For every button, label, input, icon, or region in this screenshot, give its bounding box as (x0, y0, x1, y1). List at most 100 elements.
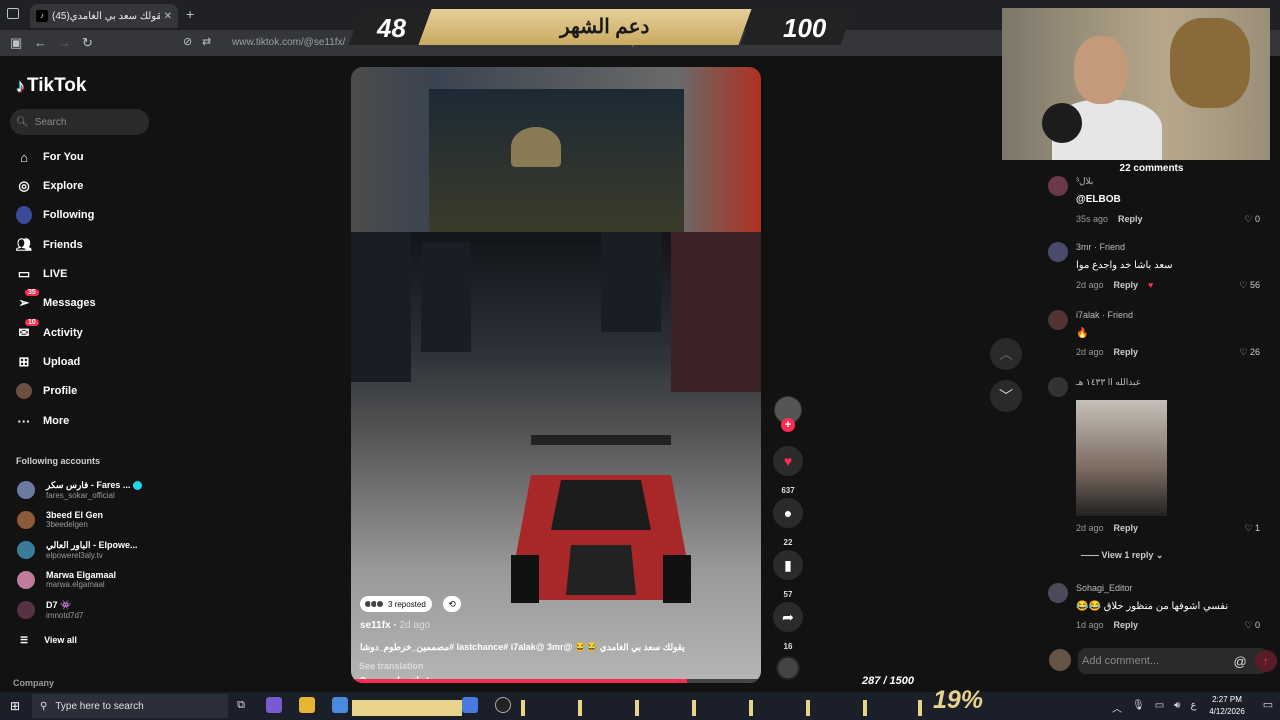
avatar[interactable] (1048, 310, 1068, 330)
like-button[interactable]: ♥ 637 (772, 446, 804, 495)
tab-title: (45)يقولك سعد بي الغامدي 😂 (52, 10, 160, 22)
network-icon[interactable]: ▭ (1155, 700, 1164, 715)
new-tab-icon[interactable]: + (186, 6, 194, 22)
avatar (17, 510, 35, 529)
nav-activity[interactable]: ✉ 10 Activity (16, 319, 83, 343)
reply-button[interactable]: Reply (1114, 280, 1139, 290)
stream-banner: 48 دعم الشهر 100 (348, 9, 865, 45)
video-progress-bar[interactable] (351, 679, 761, 683)
nav-live[interactable]: ▭ LIVE (16, 264, 68, 284)
previous-video-button[interactable]: ︿ (990, 338, 1022, 370)
nav-profile[interactable]: Profile (16, 381, 77, 401)
microphone-icon[interactable]: 🎙︎ (1132, 700, 1145, 715)
following-accounts-title: Following accounts (16, 456, 101, 466)
my-avatar (1049, 649, 1071, 671)
follow-plus-button[interactable]: + (781, 418, 795, 432)
following-account[interactable]: D7 👾 imnotd7d7 (17, 600, 83, 620)
share-button[interactable]: ➦ 16 (772, 602, 804, 651)
next-video-button[interactable]: ﹀ (990, 380, 1022, 412)
avatar[interactable] (1048, 242, 1068, 262)
tracking-icon[interactable]: ⇄ (202, 35, 211, 48)
upload-icon: ⊞ (18, 354, 30, 369)
workspaces-icon[interactable]: ▣ (10, 35, 22, 51)
refresh-icon[interactable]: ↻ (82, 35, 93, 51)
windows-taskbar: ⊞ ⚲ Type here to search ⧉ ︿ 🎙︎ ▭ 🔊︎ ع 2:… (0, 692, 1280, 720)
save-button[interactable]: ▮ 57 (772, 550, 804, 599)
notifications-icon[interactable]: ▭ (1260, 697, 1276, 713)
music-disc-icon[interactable] (776, 656, 800, 680)
video-player[interactable]: 3 reposted ⟲ se11fx · 2d ago مصممين_خرطو… (351, 67, 761, 683)
comment-like[interactable]: ♡ 0 (1244, 214, 1260, 225)
following-account[interactable]: فارس سكر - Fares ... fares_sokar_official (17, 480, 143, 500)
file-explorer-icon[interactable] (299, 697, 315, 713)
avatar[interactable] (1048, 377, 1068, 397)
input-language[interactable]: ع (1190, 700, 1196, 715)
tab-actions-icon[interactable] (7, 8, 19, 19)
search-input[interactable]: 🔍︎ Search (10, 109, 149, 135)
overlay-counter: 287 / 1500 (862, 675, 914, 687)
video-author[interactable]: se11fx · 2d ago (360, 620, 430, 631)
following-account[interactable]: 3beed El Gen 3beedelgen (17, 510, 103, 529)
verified-icon (133, 481, 143, 491)
company-link[interactable]: Company (13, 678, 54, 688)
reposted-pill[interactable]: 3 reposted (360, 596, 432, 612)
tiktok-logo[interactable]: ♪ TikTok (16, 75, 86, 97)
post-comment-button[interactable]: ↑ (1255, 650, 1277, 672)
avatar (17, 601, 35, 619)
reply-button[interactable]: Reply (1114, 347, 1139, 357)
tiktok-note-icon: ♪ (16, 75, 25, 96)
comment-like[interactable]: ♡ 26 (1239, 347, 1260, 358)
nav-more[interactable]: ··· More (16, 411, 70, 431)
obs-icon[interactable] (495, 697, 511, 713)
comment-image[interactable] (1076, 400, 1167, 516)
messages-badge: 35 (25, 289, 39, 296)
chrome-icon[interactable] (462, 697, 478, 713)
mention-icon[interactable]: @ (1234, 654, 1247, 669)
close-tab-icon[interactable]: ✕ (164, 11, 172, 22)
copilot-icon[interactable] (266, 697, 282, 713)
more-icon: ··· (17, 413, 31, 429)
sidebar: ♪ TikTok 🔍︎ Search ⌂ For You ◎ Explore F… (0, 56, 170, 692)
repost-icon[interactable]: ⟲ (443, 596, 461, 612)
see-translation-link[interactable]: See translation (359, 661, 424, 671)
share-icon: ➦ (773, 602, 803, 632)
volume-icon[interactable]: 🔊︎ (1174, 700, 1180, 715)
like-count: 637 (781, 486, 795, 495)
avatar (17, 541, 35, 559)
taskbar-clock[interactable]: 2:27 PM 4/12/2026 (1202, 694, 1252, 718)
windows-start-icon[interactable]: ⊞ (10, 699, 20, 713)
back-icon[interactable]: ← (34, 35, 47, 50)
banner-title: دعم الشهر (560, 16, 650, 38)
nav-friends[interactable]: 👥︎ Friends (16, 235, 83, 255)
following-account[interactable]: الباور العالي - Elpowe... elpowerel3aly.t… (17, 540, 137, 560)
reply-button[interactable]: Reply (1114, 523, 1139, 533)
comment-like[interactable]: ♡ 0 (1244, 620, 1260, 631)
forward-icon[interactable]: → (58, 35, 71, 50)
task-view-icon[interactable]: ⧉ (233, 697, 249, 713)
view-replies-button[interactable]: —— View 1 reply ⌄ (1081, 550, 1163, 561)
view-all-link[interactable]: ☰ View all (20, 635, 77, 646)
store-icon[interactable] (332, 697, 348, 713)
nav-for-you[interactable]: ⌂ For You (16, 147, 83, 167)
reply-button[interactable]: Reply (1114, 620, 1139, 630)
add-comment-input[interactable]: Add comment... @ ☺ (1078, 648, 1268, 674)
race-car (511, 435, 691, 603)
nav-explore[interactable]: ◎ Explore (16, 176, 83, 196)
nav-upload[interactable]: ⊞ Upload (16, 352, 81, 372)
nav-following[interactable]: Following (16, 205, 94, 225)
comment-button[interactable]: ● 22 (772, 498, 804, 547)
comment-like[interactable]: ♡ 56 (1239, 280, 1260, 291)
browser-tab[interactable]: ♪ (45)يقولك سعد بي الغامدي 😂 ✕ (30, 4, 178, 28)
taskbar-search-input[interactable]: ⚲ Type here to search (32, 694, 228, 718)
reply-button[interactable]: Reply (1118, 214, 1143, 224)
heart-icon: ♥ (773, 446, 803, 476)
site-info-icon[interactable]: ⊘ (183, 35, 192, 48)
nav-messages[interactable]: ➢ 35 Messages (16, 289, 96, 313)
avatar[interactable] (1048, 583, 1068, 603)
tray-chevron-icon[interactable]: ︿ (1112, 700, 1122, 715)
avatar[interactable] (1048, 176, 1068, 196)
comment-like[interactable]: ♡ 1 (1244, 523, 1260, 534)
avatar (17, 481, 35, 499)
url-field[interactable]: www.tiktok.com/@se11fx/ (232, 37, 345, 48)
following-account[interactable]: Marwa Elgamaal marwa.elgamaal (17, 570, 116, 589)
